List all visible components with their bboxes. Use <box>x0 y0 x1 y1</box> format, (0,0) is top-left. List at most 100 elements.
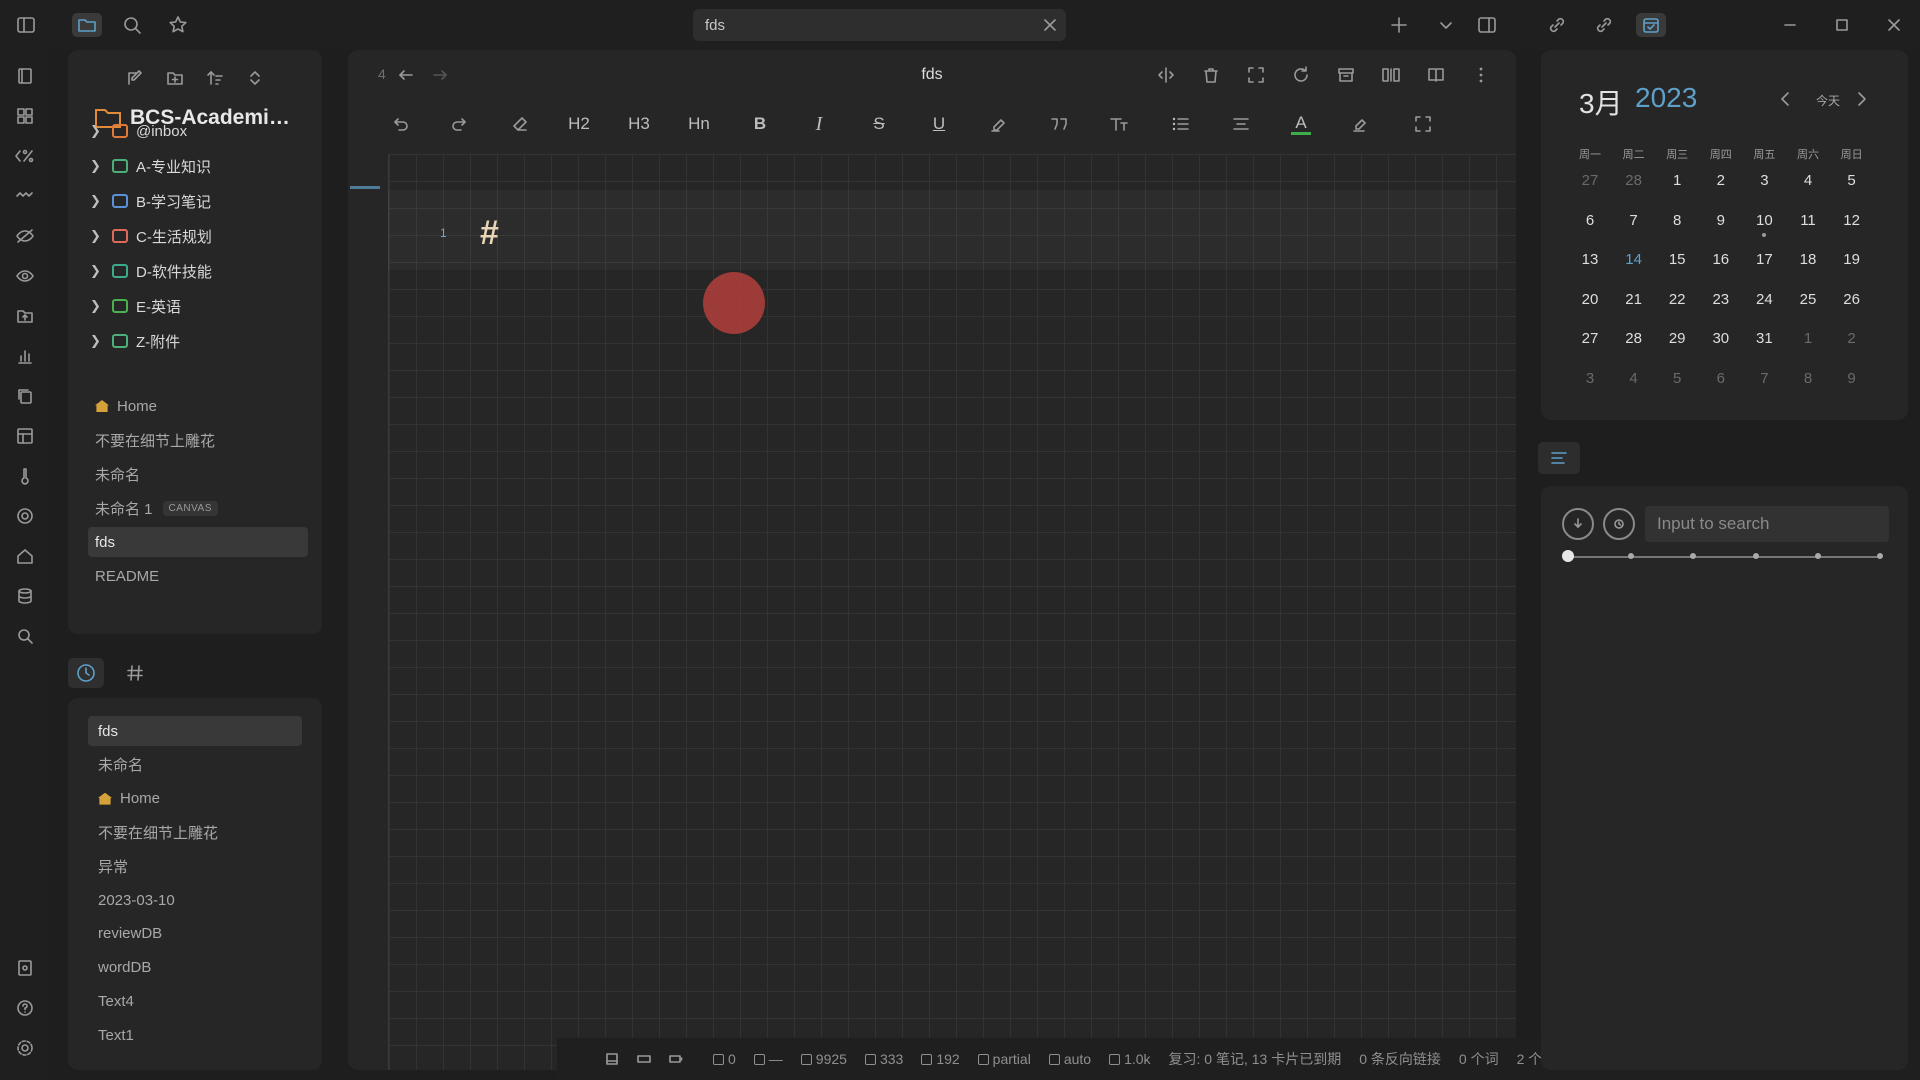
settings-gear-icon[interactable] <box>13 504 37 528</box>
calendar-day[interactable]: 4 <box>1612 370 1656 387</box>
columns-icon[interactable] <box>1379 63 1403 87</box>
highlighter-icon[interactable] <box>984 110 1014 138</box>
calendar-day[interactable]: 2 <box>1699 172 1743 189</box>
history-icon[interactable] <box>1603 508 1635 540</box>
fullscreen-icon[interactable] <box>1244 63 1268 87</box>
eraser-icon[interactable] <box>505 110 535 138</box>
calendar-day[interactable]: 3 <box>1568 370 1612 387</box>
calendar-day[interactable]: 16 <box>1699 251 1743 268</box>
minimize-icon[interactable] <box>1778 13 1802 37</box>
chevron-right-icon[interactable]: ❯ <box>90 333 110 349</box>
active-tab[interactable]: fds <box>693 9 1066 41</box>
underline-button[interactable]: U <box>924 110 954 138</box>
align-icon[interactable] <box>1226 110 1256 138</box>
calendar-day[interactable]: 24 <box>1742 291 1786 308</box>
calendar-day[interactable]: 3 <box>1742 172 1786 189</box>
bar-chart-icon[interactable] <box>13 344 37 368</box>
new-folder-icon[interactable] <box>163 66 187 90</box>
calendar-day[interactable]: 31 <box>1742 330 1786 347</box>
slider-tick[interactable] <box>1628 553 1634 559</box>
status-item[interactable]: 0 条反向链接 <box>1359 1049 1441 1069</box>
calendar-day[interactable]: 8 <box>1655 212 1699 229</box>
folder-upload-icon[interactable] <box>13 304 37 328</box>
focus-mode-icon[interactable] <box>1408 110 1438 138</box>
text-color-button[interactable]: A <box>1286 110 1316 138</box>
calendar-day[interactable]: 7 <box>1612 212 1656 229</box>
calendar-day[interactable]: 28 <box>1612 330 1656 347</box>
toggle-right-sidebar-icon[interactable] <box>1475 13 1499 37</box>
trash-icon[interactable] <box>1199 63 1223 87</box>
calendar-day[interactable]: 23 <box>1699 291 1743 308</box>
slider-tick[interactable] <box>1877 553 1883 559</box>
recent-file-item[interactable]: reviewDB <box>88 919 302 949</box>
folder-item[interactable]: ❯ D-软件技能 <box>68 256 322 286</box>
today-button[interactable]: 今天 <box>1816 92 1840 109</box>
slider-track[interactable] <box>1568 556 1880 558</box>
calendar-day[interactable]: 30 <box>1699 330 1743 347</box>
quote-icon[interactable] <box>1044 110 1074 138</box>
help-icon[interactable] <box>13 996 37 1020</box>
chevron-right-icon[interactable]: ❯ <box>90 228 110 244</box>
folder-item[interactable]: ❯ B-学习笔记 <box>68 186 322 216</box>
dashboard-icon[interactable] <box>13 104 37 128</box>
list-icon[interactable] <box>1166 110 1196 138</box>
recent-file-item[interactable]: fds <box>88 716 302 746</box>
settings-icon[interactable] <box>13 1036 37 1060</box>
calendar-day[interactable]: 9 <box>1830 370 1874 387</box>
strikethrough-button[interactable]: S <box>864 110 894 138</box>
outline-view-button[interactable] <box>1538 442 1580 474</box>
recent-file-item[interactable]: 不要在细节上雕花 <box>88 817 302 847</box>
folder-item[interactable]: ❯ A-专业知识 <box>68 151 322 181</box>
status-item[interactable]: 0 <box>713 1051 736 1067</box>
collapse-expand-icon[interactable] <box>243 66 267 90</box>
calendar-day[interactable]: 1 <box>1655 172 1699 189</box>
calendar-day[interactable]: 27 <box>1568 330 1612 347</box>
recent-file-item[interactable]: wordDB <box>88 953 302 983</box>
download-icon[interactable] <box>1562 508 1594 540</box>
status-item[interactable]: 1.0k <box>1109 1051 1151 1067</box>
reading-view-icon[interactable] <box>1424 63 1448 87</box>
layout-icon[interactable] <box>13 424 37 448</box>
file-item[interactable]: 未命名 1 CANVAS <box>88 493 308 523</box>
new-note-icon[interactable] <box>123 66 147 90</box>
italic-button[interactable]: I <box>804 110 834 138</box>
heading-3-button[interactable]: H3 <box>624 110 654 138</box>
vault-switcher-icon[interactable] <box>13 956 37 980</box>
code-percent-icon[interactable] <box>13 144 37 168</box>
file-item[interactable]: 未命名 <box>88 459 308 489</box>
calendar-day[interactable]: 29 <box>1655 330 1699 347</box>
archive-icon[interactable] <box>1334 63 1358 87</box>
recent-file-item[interactable]: Text1 <box>88 1020 302 1050</box>
next-month-chevron-icon[interactable] <box>1852 90 1870 108</box>
calendar-day[interactable]: 5 <box>1655 370 1699 387</box>
close-icon[interactable] <box>1042 17 1058 33</box>
slider-knob[interactable] <box>1562 550 1574 562</box>
calendar-day[interactable]: 17 <box>1742 251 1786 268</box>
status-item[interactable]: auto <box>1048 1051 1091 1067</box>
calendar-day[interactable]: 9 <box>1699 212 1743 229</box>
active-line[interactable] <box>388 190 1498 270</box>
calendar-day[interactable]: 10 <box>1742 212 1786 229</box>
heading-2-button[interactable]: H2 <box>564 110 594 138</box>
calendar-day[interactable]: 13 <box>1568 251 1612 268</box>
recent-file-item[interactable]: Home <box>88 784 302 814</box>
new-tab-icon[interactable] <box>1387 13 1411 37</box>
calendar-day[interactable]: 28 <box>1612 172 1656 189</box>
more-options-icon[interactable] <box>1469 63 1493 87</box>
status-battery-icon[interactable] <box>669 1052 683 1066</box>
recent-files-clock-icon[interactable] <box>68 658 104 688</box>
calendar-day[interactable]: 19 <box>1830 251 1874 268</box>
redo-icon[interactable] <box>445 110 475 138</box>
recent-file-item[interactable]: 异常 <box>88 851 302 881</box>
calendar-day[interactable]: 6 <box>1568 212 1612 229</box>
maximize-icon[interactable] <box>1830 13 1854 37</box>
calendar-day[interactable]: 8 <box>1786 370 1830 387</box>
calendar-day[interactable]: 26 <box>1830 291 1874 308</box>
vault-book-icon[interactable] <box>13 64 37 88</box>
calendar-day[interactable]: 22 <box>1655 291 1699 308</box>
search-ribbon-icon[interactable] <box>13 624 37 648</box>
calendar-tab-icon[interactable] <box>1636 13 1666 37</box>
status-input-icon[interactable] <box>637 1052 651 1066</box>
calendar-day[interactable]: 2 <box>1830 330 1874 347</box>
file-item[interactable]: README <box>88 561 308 591</box>
